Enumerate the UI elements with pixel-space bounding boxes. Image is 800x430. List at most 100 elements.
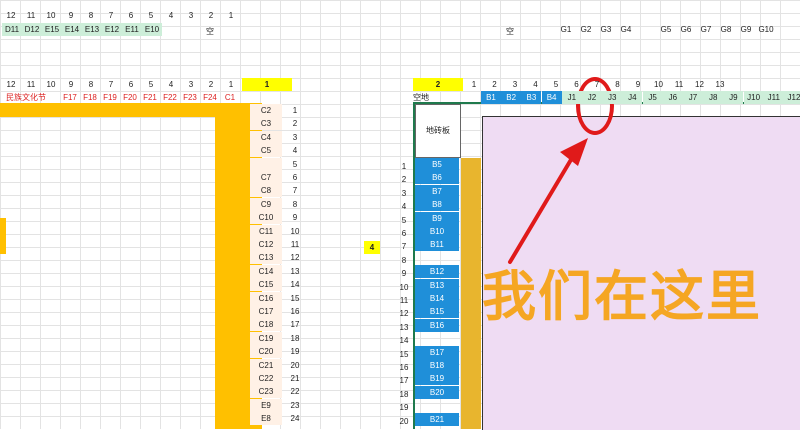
b-stall-cell[interactable]: B13	[415, 278, 459, 292]
b-stall-cell[interactable]: B20	[415, 385, 459, 399]
column-header-cell[interactable]: 2	[202, 9, 220, 22]
row-number-cell[interactable]: 8	[396, 254, 412, 267]
stall-cell[interactable]: E11	[122, 23, 142, 36]
c-stall-cell[interactable]: C4	[250, 130, 282, 144]
row-number-cell[interactable]: 2	[284, 117, 306, 130]
row-number-cell[interactable]: 3	[284, 131, 306, 144]
row-number-cell[interactable]: 19	[396, 401, 412, 414]
row-number-cell[interactable]: 1	[284, 104, 306, 117]
row-number-cell[interactable]: 21	[284, 372, 306, 385]
row-number-cell[interactable]: 7	[284, 184, 306, 197]
g-stall-cell[interactable]: G1	[556, 23, 576, 36]
b-stall-cell[interactable]: B21	[415, 412, 459, 426]
row-number-cell[interactable]: 12	[284, 251, 306, 264]
row-number-cell[interactable]: 20	[396, 415, 412, 428]
row-number-cell[interactable]: 15	[396, 348, 412, 361]
c-stall-cell[interactable]: C2	[250, 104, 282, 117]
column-number-cell[interactable]: 5	[142, 78, 160, 91]
column-number-cell[interactable]: 5	[547, 78, 565, 91]
column-header-cell[interactable]: 9	[62, 9, 80, 22]
b-stall-cell[interactable]: B5	[415, 158, 459, 171]
g-stall-cell[interactable]: G4	[616, 23, 636, 36]
row-number-cell[interactable]: 4	[284, 144, 306, 157]
b-stall-cell[interactable]: B12	[415, 265, 459, 279]
b-stall-cell[interactable]: B11	[415, 238, 459, 252]
c-stall-cell[interactable]: C22	[250, 372, 282, 385]
stall-cell[interactable]: F20	[120, 91, 140, 104]
stall-cell[interactable]: J4	[622, 91, 643, 104]
column-header-cell[interactable]: 7	[102, 9, 120, 22]
c-stall-cell[interactable]: C17	[250, 305, 282, 318]
row-number-cell[interactable]: 18	[396, 388, 412, 401]
row-number-cell[interactable]: 19	[284, 345, 306, 358]
b-stall-cell[interactable]: B10	[415, 225, 459, 238]
row-number-cell[interactable]: 11	[284, 238, 306, 251]
row-number-cell[interactable]: 10	[284, 225, 306, 238]
b-stall-cell[interactable]	[415, 399, 459, 412]
column-number-cell[interactable]: 7	[588, 78, 606, 91]
stall-cell[interactable]: J2	[582, 91, 602, 104]
row-number-cell[interactable]: 10	[396, 281, 412, 294]
c-stall-cell[interactable]: C13	[250, 251, 282, 265]
row-number-cell[interactable]: 14	[284, 278, 306, 291]
column-number-cell[interactable]: 13	[711, 78, 729, 91]
b-stall-cell[interactable]: B14	[415, 292, 459, 305]
stall-cell[interactable]: D11	[2, 23, 22, 36]
stall-cell[interactable]: E12	[102, 23, 122, 36]
row-number-cell[interactable]: 13	[284, 265, 306, 278]
stall-cell[interactable]: J1	[561, 91, 582, 104]
g-stall-cell[interactable]: G10	[756, 23, 776, 36]
stall-cell[interactable]: F19	[100, 91, 120, 104]
row-number-cell[interactable]: 24	[284, 412, 306, 425]
column-header-cell[interactable]: 5	[142, 9, 160, 22]
stall-cell[interactable]: D12	[22, 23, 42, 36]
stall-cell[interactable]: B4	[541, 91, 562, 104]
c-stall-cell[interactable]: C7	[250, 171, 282, 184]
row-number-cell[interactable]: 20	[284, 359, 306, 372]
stall-cell[interactable]: F17	[60, 91, 80, 104]
column-header-cell[interactable]: 12	[2, 9, 20, 22]
b-stall-cell[interactable]: B19	[415, 372, 459, 386]
stall-cell[interactable]: F24	[200, 91, 220, 104]
column-header-cell[interactable]: 1	[222, 9, 240, 22]
c-stall-cell[interactable]: C3	[250, 117, 282, 131]
row-number-cell[interactable]: 15	[284, 292, 306, 305]
c-stall-cell[interactable]: C11	[250, 224, 282, 238]
column-number-cell[interactable]: 8	[609, 78, 627, 91]
stall-cell[interactable]: J10	[743, 91, 764, 104]
c-stall-cell[interactable]: C10	[250, 211, 282, 225]
column-number-cell[interactable]: 6	[568, 78, 586, 91]
row-number-cell[interactable]: 9	[396, 267, 412, 280]
column-number-cell[interactable]: 6	[122, 78, 140, 91]
stall-cell[interactable]: C1	[220, 91, 240, 104]
c-stall-cell[interactable]: C12	[250, 238, 282, 251]
row-number-cell[interactable]: 4	[396, 200, 412, 213]
stall-cell[interactable]: F18	[80, 91, 100, 104]
g-stall-cell[interactable]: G8	[716, 23, 736, 36]
column-number-cell[interactable]: 9	[62, 78, 80, 91]
b-stall-cell[interactable]: B8	[415, 198, 459, 212]
stall-cell[interactable]: J6	[662, 91, 683, 104]
row-number-cell[interactable]: 8	[284, 198, 306, 211]
c-stall-cell[interactable]: E8	[250, 412, 282, 426]
column-number-cell[interactable]: 8	[82, 78, 100, 91]
row-number-cell[interactable]: 17	[396, 374, 412, 387]
row-number-cell[interactable]: 9	[284, 211, 306, 224]
column-number-cell[interactable]: 11	[22, 78, 40, 91]
column-number-cell[interactable]: 12	[2, 78, 20, 91]
row-number-cell[interactable]: 17	[284, 318, 306, 331]
row-number-cell[interactable]: 11	[396, 294, 412, 307]
column-number-cell[interactable]: 1	[465, 78, 483, 91]
c-stall-cell[interactable]: C16	[250, 291, 282, 305]
b-stall-cell[interactable]: B16	[415, 318, 459, 332]
c-stall-cell[interactable]: C20	[250, 345, 282, 359]
stall-cell[interactable]: J12	[784, 91, 800, 104]
c-stall-cell[interactable]: C18	[250, 318, 282, 332]
column-header-cell[interactable]: 8	[82, 9, 100, 22]
column-number-cell[interactable]: 2	[202, 78, 220, 91]
g-stall-cell[interactable]: G6	[676, 23, 696, 36]
column-number-cell[interactable]: 1	[222, 78, 240, 91]
row-number-cell[interactable]: 16	[396, 361, 412, 374]
c-stall-cell[interactable]: E9	[250, 398, 282, 412]
stall-cell[interactable]: J11	[763, 91, 784, 104]
